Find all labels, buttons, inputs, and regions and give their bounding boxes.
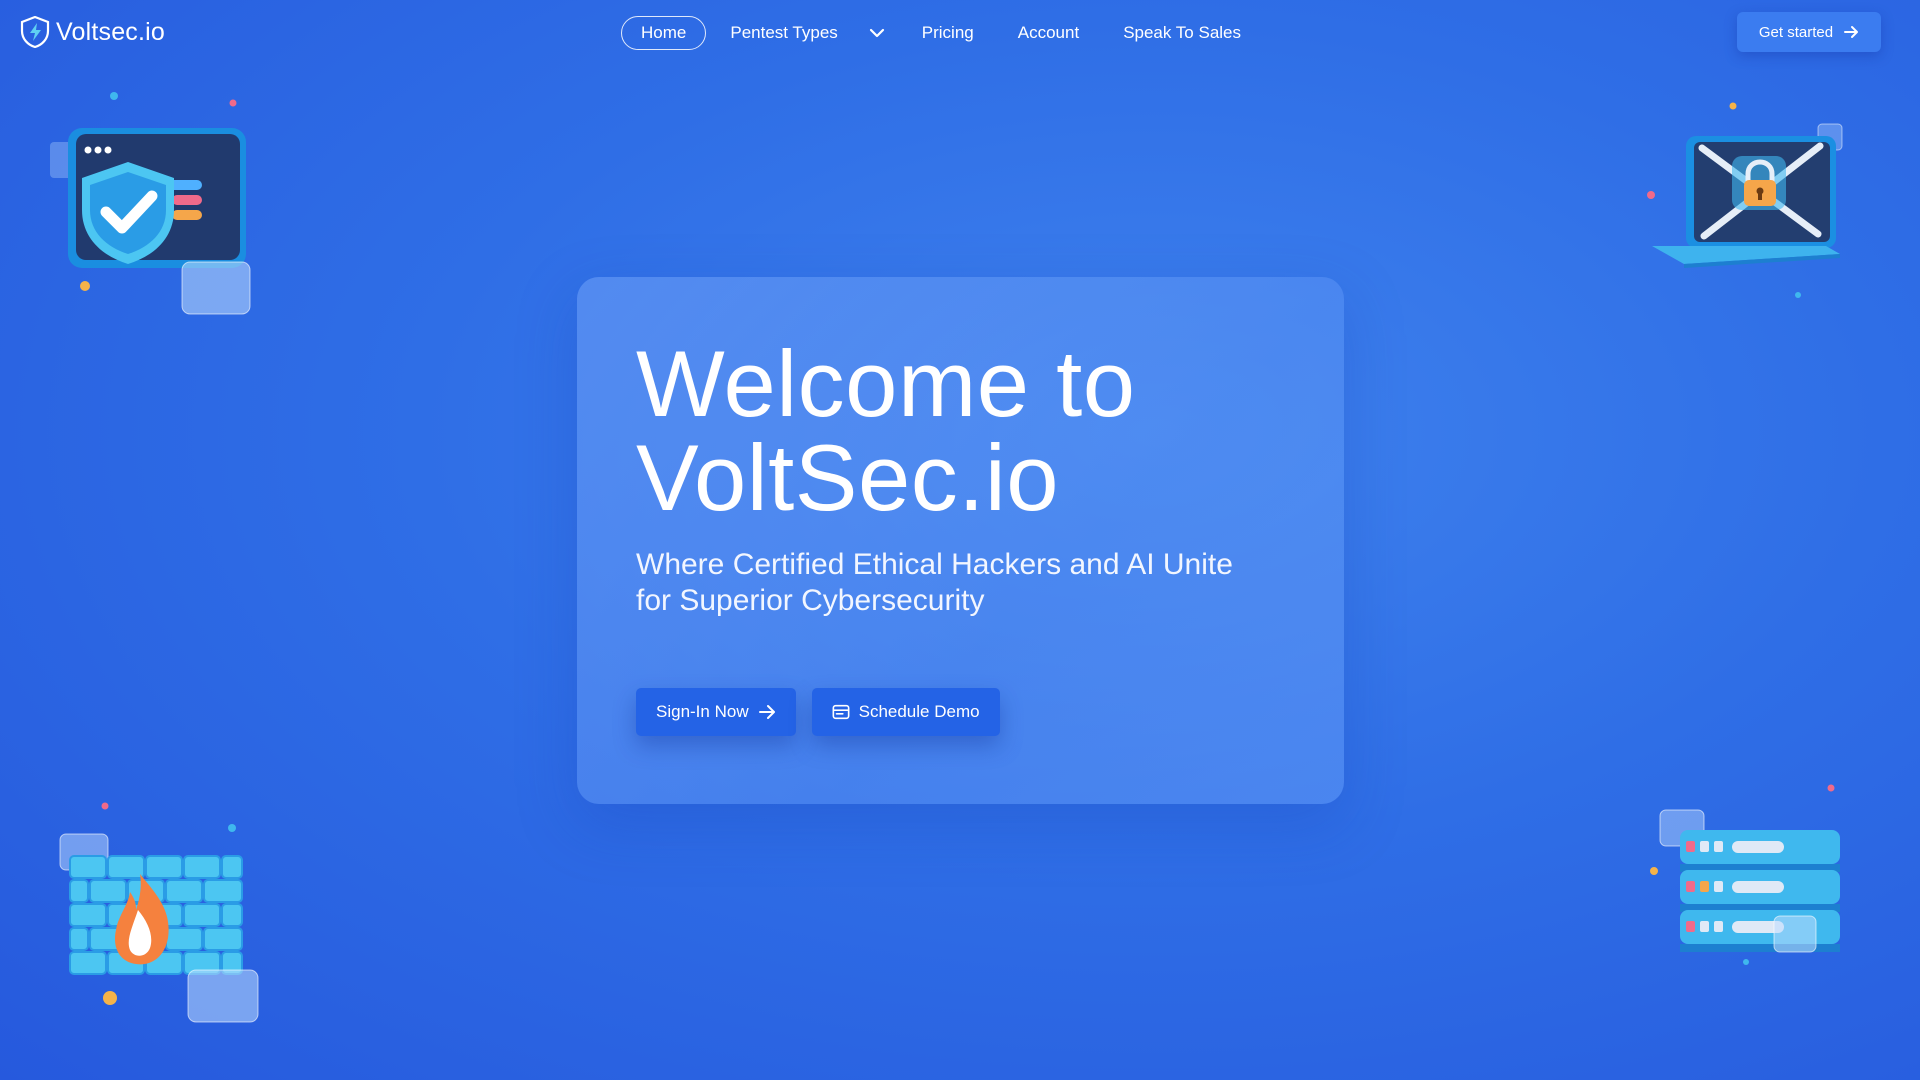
calendar-icon (832, 704, 850, 720)
hero-title-line2: VoltSec.io (636, 425, 1060, 530)
nav-speak-to-sales[interactable]: Speak To Sales (1123, 23, 1241, 43)
brand-logo[interactable]: Voltsec.io (20, 16, 165, 48)
brand-name: Voltsec.io (56, 17, 166, 46)
nav-pricing[interactable]: Pricing (922, 23, 974, 43)
main-menu: Home Pentest Types Pricing Account Speak… (621, 15, 1241, 50)
arrow-right-icon (758, 705, 775, 719)
server-stack-illustration (1650, 784, 1840, 965)
top-navigation: Voltsec.io Home Pentest Types Pricing Ac… (0, 0, 1920, 64)
hero-subtitle: Where Certified Ethical Hackers and AI U… (636, 547, 1286, 619)
firewall-illustration (59, 802, 259, 1023)
sign-in-button[interactable]: Sign-In Now (636, 688, 796, 736)
arrow-right-icon (1844, 26, 1859, 38)
nav-account[interactable]: Account (1018, 23, 1079, 43)
hero-title-line1: Welcome to (636, 331, 1136, 436)
hero-subtitle-line1: Where Certified Ethical Hackers and AI U… (636, 548, 1233, 581)
get-started-button[interactable]: Get started (1737, 12, 1881, 52)
chevron-down-icon[interactable] (868, 24, 886, 42)
locked-laptop-illustration (1647, 102, 1843, 298)
hero-subtitle-line2: for Superior Cybersecurity (636, 584, 985, 617)
nav-pentest-types[interactable]: Pentest Types (730, 23, 837, 43)
hero-actions: Sign-In Now Schedule Demo (636, 688, 1000, 736)
shield-bolt-icon (20, 16, 50, 48)
nav-home[interactable]: Home (621, 15, 707, 50)
schedule-demo-label: Schedule Demo (858, 702, 980, 721)
security-shield-window-illustration (50, 92, 251, 315)
sign-in-label: Sign-In Now (656, 702, 749, 721)
hero-title: Welcome to VoltSec.io (636, 337, 1296, 525)
schedule-demo-button[interactable]: Schedule Demo (811, 688, 1000, 736)
hero-card: Welcome to VoltSec.io Where Certified Et… (577, 277, 1344, 804)
get-started-label: Get started (1758, 23, 1834, 41)
